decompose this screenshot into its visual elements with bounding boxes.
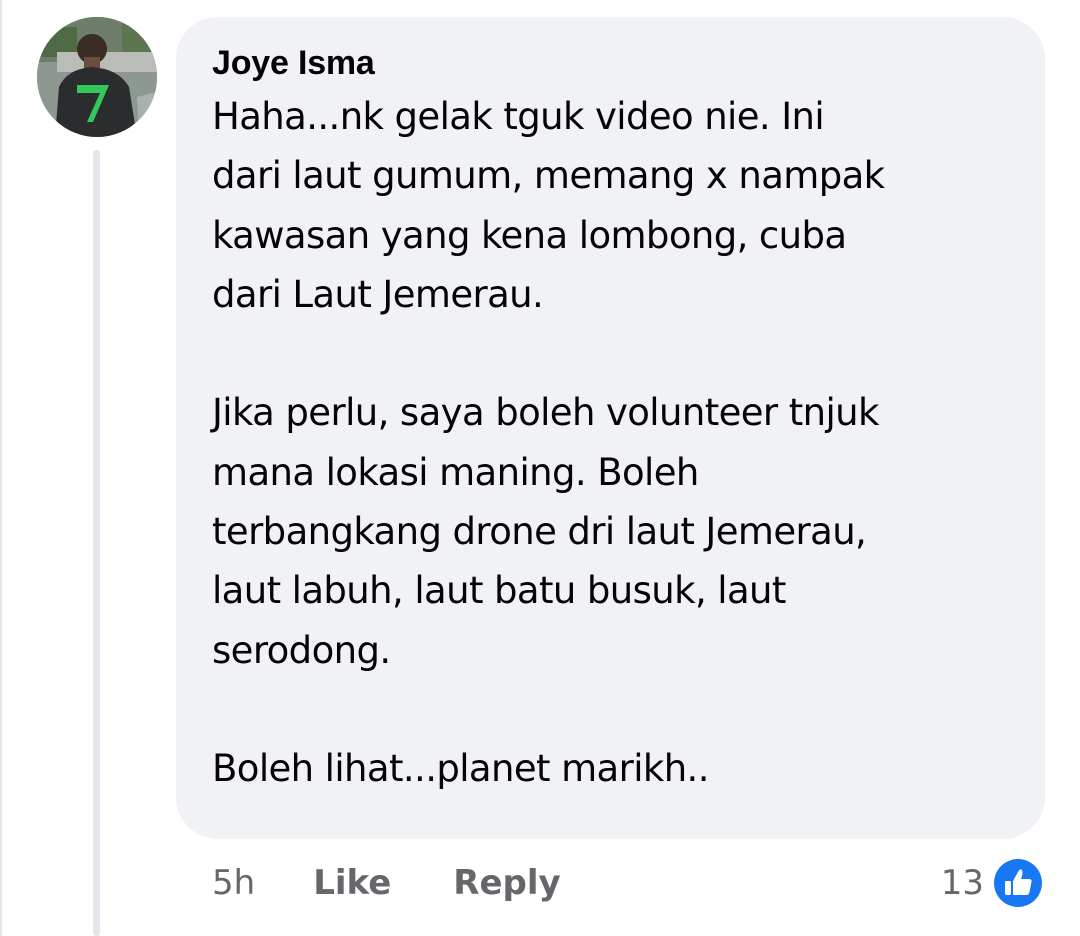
comment-author[interactable]: Joye Isma [212, 41, 1015, 85]
like-button[interactable]: Like [313, 863, 391, 903]
reply-button[interactable]: Reply [453, 863, 560, 903]
comment-text: Haha...nk gelak tguk video nie. Ini dari… [212, 95, 885, 791]
left-border [0, 0, 2, 936]
reactions-summary[interactable]: 13 [941, 853, 1046, 913]
avatar[interactable] [37, 17, 157, 137]
comment-actions: 5h Like Reply [212, 858, 561, 908]
thumbs-up-icon [994, 859, 1042, 907]
avatar-photo [37, 17, 157, 137]
comment-timestamp[interactable]: 5h [212, 863, 255, 903]
like-reaction-badge [990, 855, 1046, 911]
comment-thread: Joye Isma Haha...nk gelak tguk video nie… [0, 0, 1080, 936]
reply-thread-line [93, 150, 100, 936]
reaction-count: 13 [940, 863, 984, 903]
comment-bubble: Joye Isma Haha...nk gelak tguk video nie… [176, 17, 1045, 839]
